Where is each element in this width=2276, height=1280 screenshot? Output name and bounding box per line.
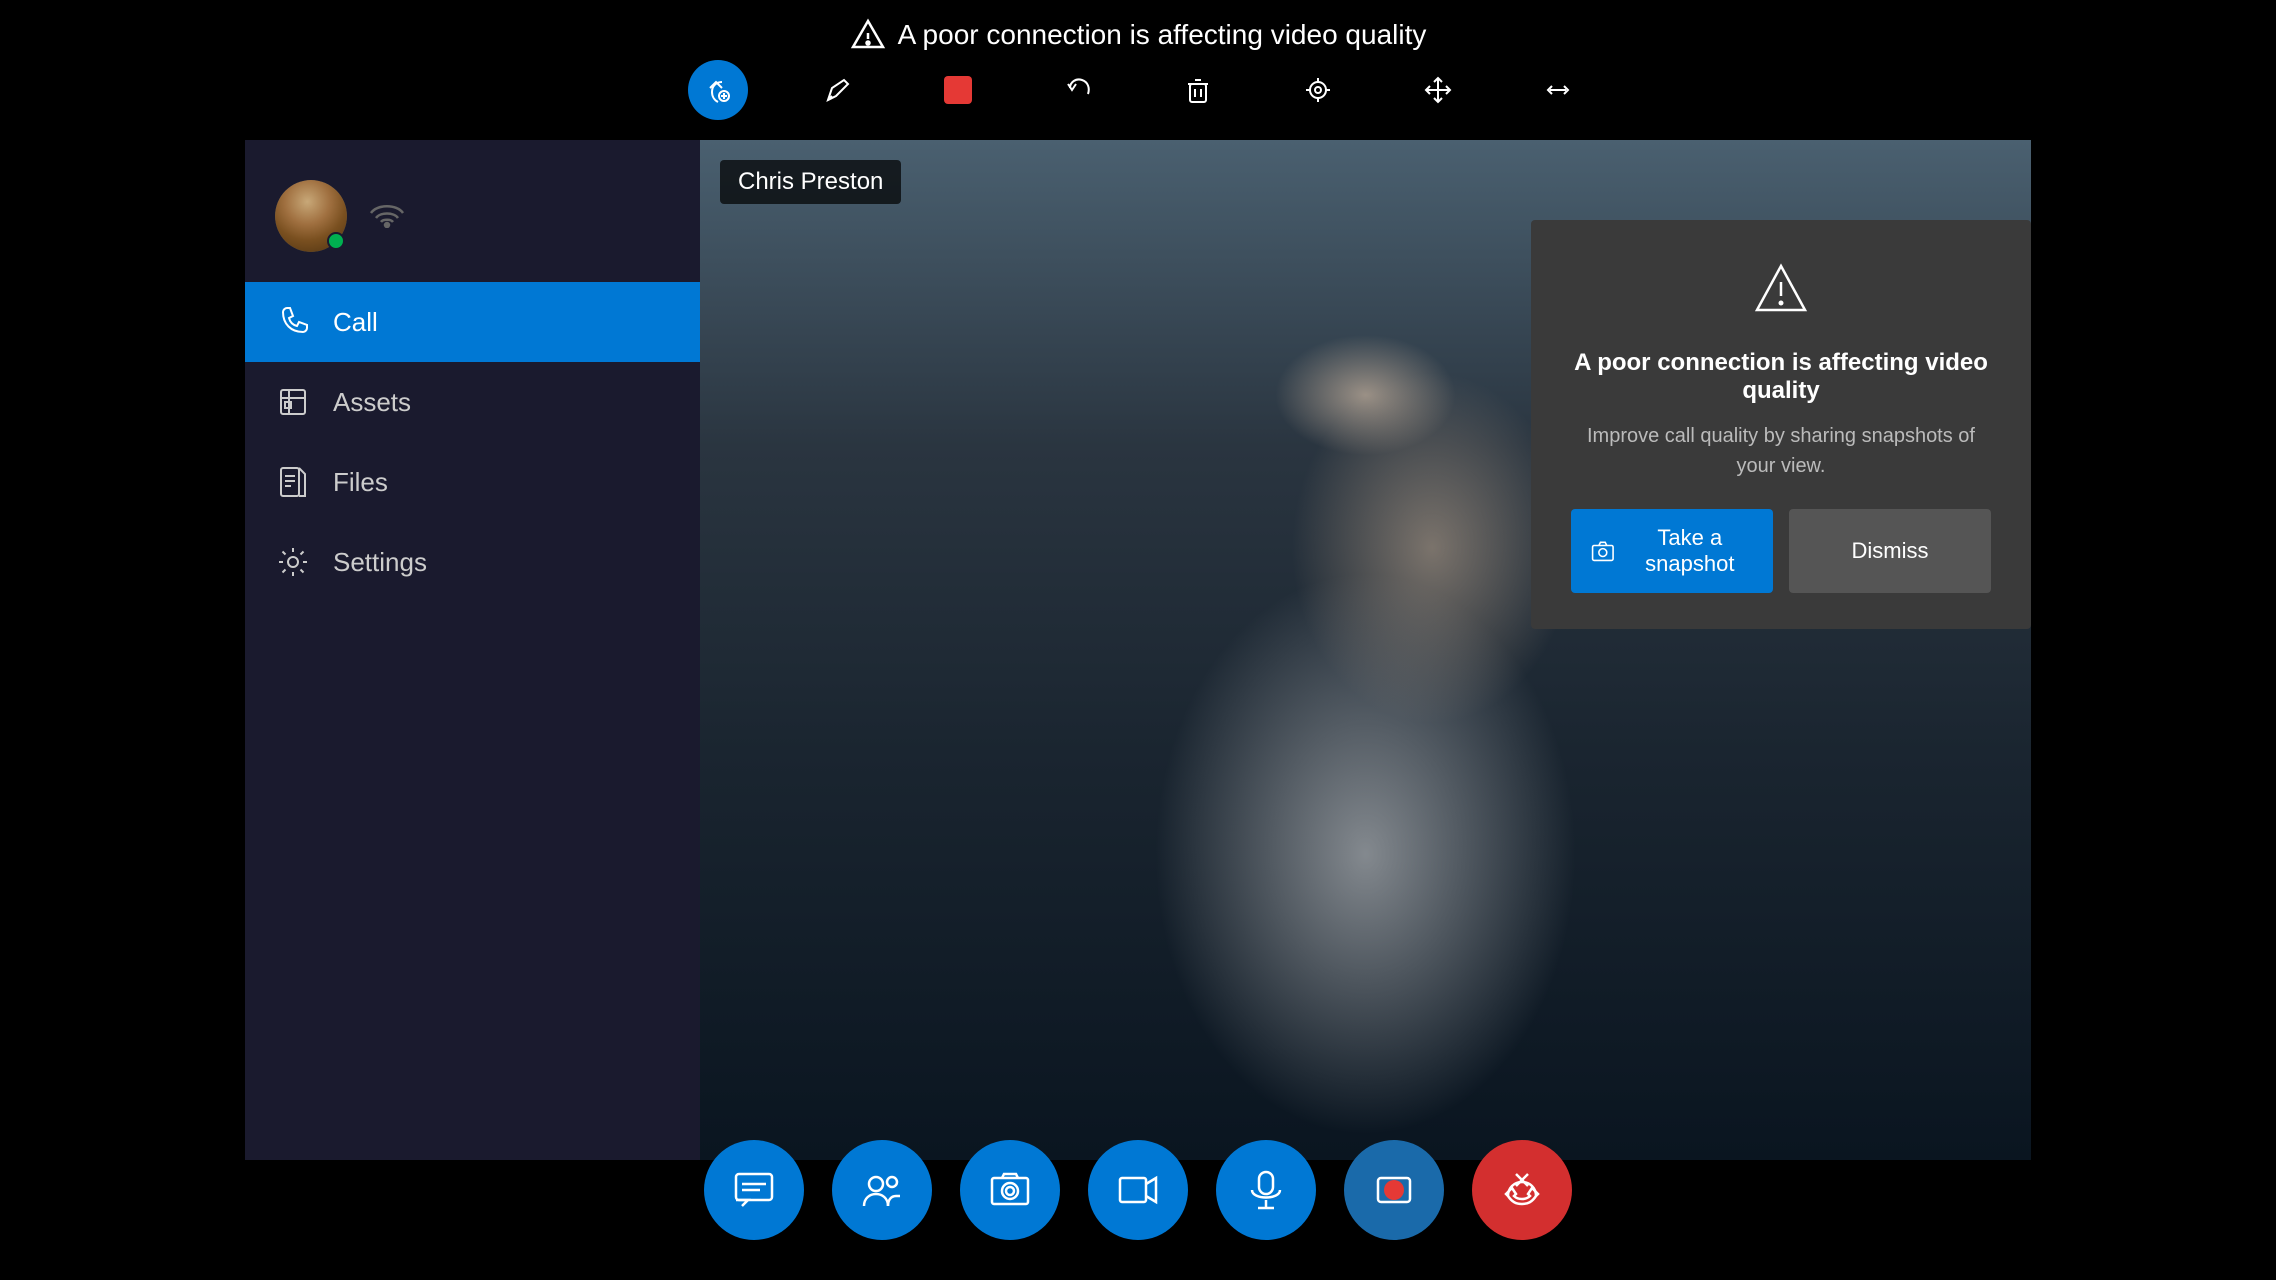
sidebar-item-call-label: Call [333, 307, 378, 338]
record-button[interactable] [1344, 1140, 1444, 1240]
quality-notification-popup: A poor connection is affecting video qua… [1531, 220, 2031, 629]
video-button[interactable] [1088, 1140, 1188, 1240]
sidebar-item-settings[interactable]: Settings [245, 522, 700, 602]
take-snapshot-button[interactable]: Take a snapshot [1571, 509, 1773, 593]
user-header [245, 160, 437, 282]
bottom-controls [704, 1140, 1572, 1240]
popup-buttons: Take a snapshot Dismiss [1571, 509, 1991, 593]
main-layout: Call Assets Files [245, 140, 2031, 1160]
toolbar-pen-button[interactable] [808, 60, 868, 120]
sidebar-item-files[interactable]: Files [245, 442, 700, 522]
end-call-button[interactable] [1472, 1140, 1572, 1240]
wifi-icon [367, 198, 407, 235]
dismiss-button[interactable]: Dismiss [1789, 509, 1991, 593]
toolbar [688, 60, 1588, 120]
video-feed: Chris Preston A poor connection is affec… [700, 140, 2031, 1160]
popup-warning-icon [1751, 260, 1811, 329]
toolbar-move-button[interactable] [1408, 60, 1468, 120]
popup-title: A poor connection is affecting video qua… [1571, 349, 1991, 405]
sidebar-item-settings-label: Settings [333, 547, 427, 578]
video-area: Chris Preston A poor connection is affec… [700, 140, 2031, 1160]
sidebar-item-assets[interactable]: Assets [245, 362, 700, 442]
caller-name-badge: Chris Preston [720, 160, 901, 204]
popup-subtitle: Improve call quality by sharing snapshot… [1571, 421, 1991, 481]
top-warning-text: A poor connection is affecting video qua… [898, 19, 1427, 51]
toolbar-delete-button[interactable] [1168, 60, 1228, 120]
microphone-button[interactable] [1216, 1140, 1316, 1240]
sidebar: Call Assets Files [245, 140, 700, 1160]
snapshot-btn-label: Take a snapshot [1627, 525, 1753, 577]
participants-button[interactable] [832, 1140, 932, 1240]
online-status-dot [327, 232, 345, 250]
warning-icon-top [850, 17, 886, 53]
toolbar-back-button[interactable] [688, 60, 748, 120]
toolbar-undo-button[interactable] [1048, 60, 1108, 120]
avatar-container [275, 180, 347, 252]
toolbar-target-button[interactable] [1288, 60, 1348, 120]
toolbar-stop-button[interactable] [928, 60, 988, 120]
chat-button[interactable] [704, 1140, 804, 1240]
sidebar-item-files-label: Files [333, 467, 388, 498]
toolbar-expand-button[interactable] [1528, 60, 1588, 120]
sidebar-item-call[interactable]: Call [245, 282, 700, 362]
screenshot-button[interactable] [960, 1140, 1060, 1240]
dismiss-btn-label: Dismiss [1852, 538, 1929, 563]
sidebar-item-assets-label: Assets [333, 387, 411, 418]
